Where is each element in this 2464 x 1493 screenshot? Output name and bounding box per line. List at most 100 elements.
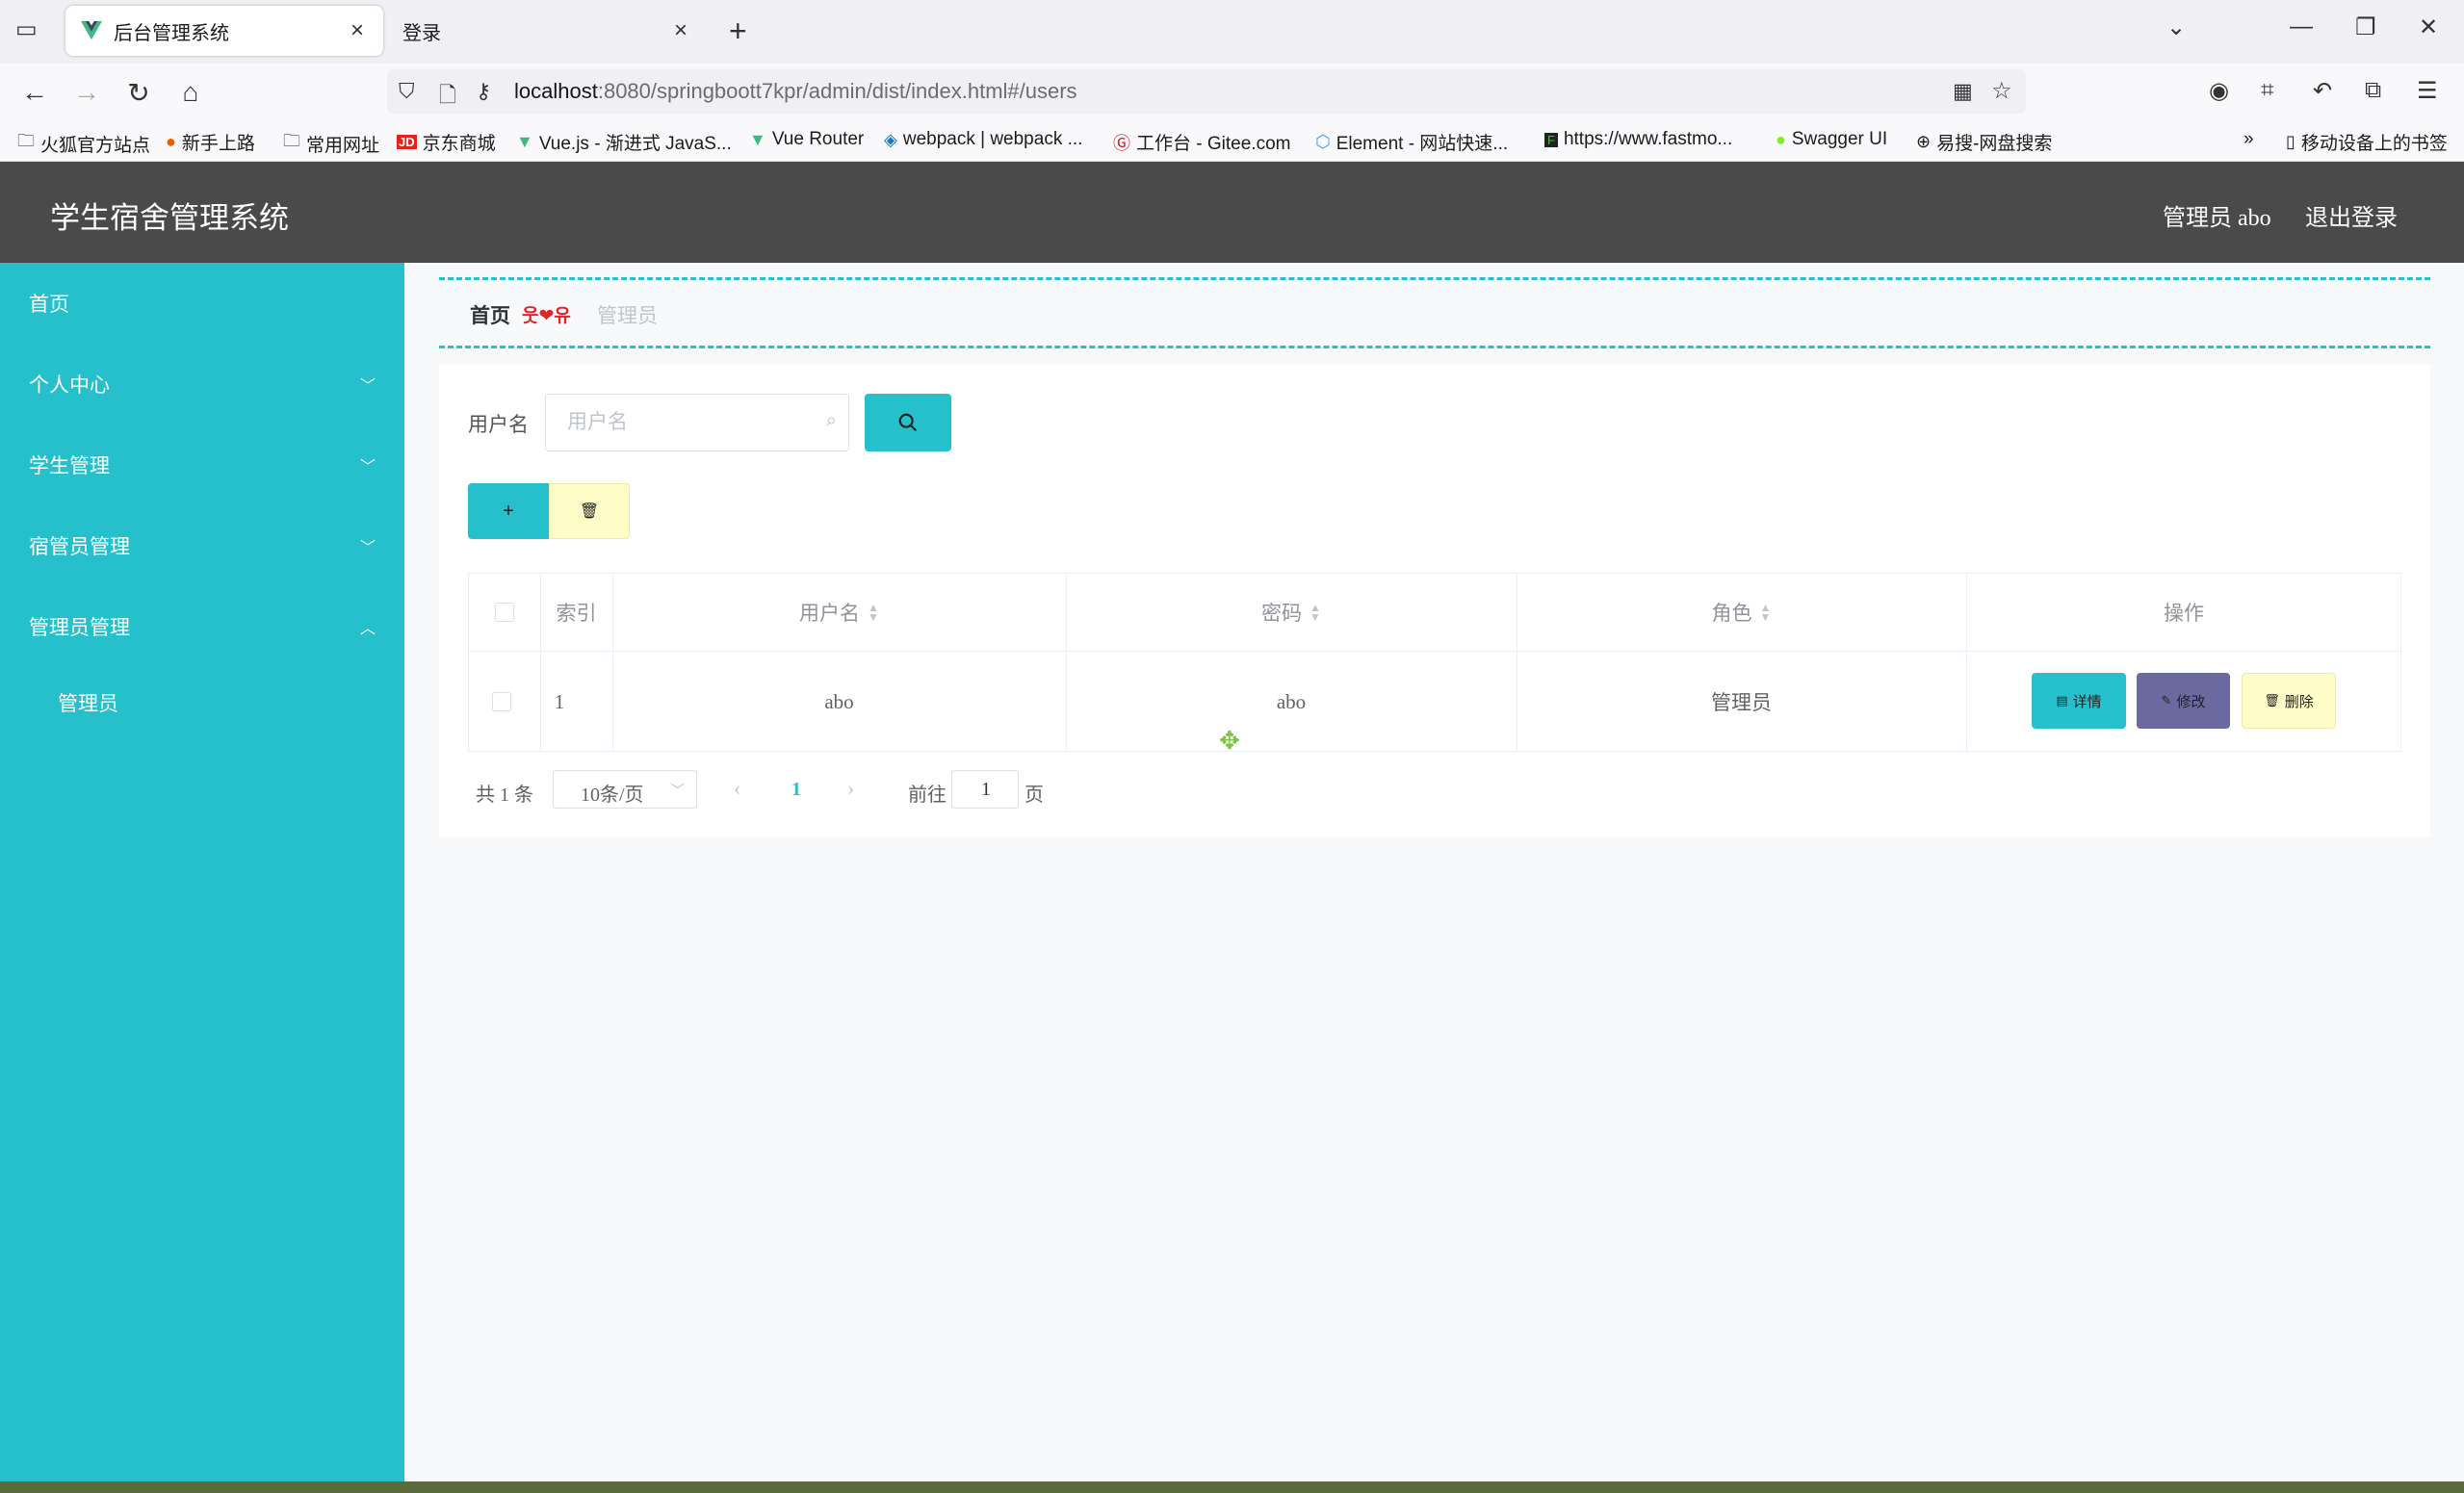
bookmark-item[interactable]: 🗀 火狐官方站点 [17,129,150,158]
reload-icon[interactable]: ↻ [121,77,156,109]
document-icon: ▤ [2056,693,2068,708]
sidebar-item-admins[interactable]: 管理员 [0,662,404,743]
forward-icon[interactable]: → [69,77,104,108]
tab-login[interactable]: 登录 × [389,6,707,56]
column-header-role[interactable]: 角色 ▲ ▼ [1517,573,1966,651]
qr-code-icon[interactable]: ▦ [1953,79,1973,104]
element-icon: ⬡ [1315,132,1331,151]
sidebar-item-profile[interactable]: 个人中心 ﹀ [0,344,404,425]
column-header-label: 角色 [1711,601,1752,625]
bookmark-star-icon[interactable]: ☆ [1991,77,2012,105]
vue-icon [81,20,102,40]
row-checkbox[interactable] [492,692,511,711]
prev-page-icon[interactable]: ‹ [734,776,740,801]
tab-overflow-chevron-icon[interactable]: ⌄ [2166,13,2186,41]
url-host: localhost [514,79,598,103]
add-button[interactable]: + [468,483,549,539]
bookmark-item[interactable]: ◈ webpack | webpack ... [884,129,1082,150]
page-suffix: 页 [1025,785,1044,806]
sidebar-item-home[interactable]: 首页 [0,263,404,344]
bookmark-item[interactable]: 🗀 常用网址 [283,129,379,158]
chevron-down-icon: ﹀ [669,783,685,799]
bookmark-label: Vue Router [771,129,865,149]
crop-icon[interactable]: ⌗ [2261,77,2274,104]
back-icon[interactable]: ← [17,77,52,108]
bookmark-item[interactable]: Fhttps://www.fastmo... [1544,129,1732,150]
plus-icon: + [503,500,514,522]
bulk-delete-button[interactable]: 🗑 [549,483,630,539]
sidebar-item-students[interactable]: 学生管理 ﹀ [0,425,404,505]
column-header-username[interactable]: 用户名 ▲ ▼ [612,573,1066,651]
shield-icon[interactable]: ⛉ [399,79,415,104]
bookmark-item[interactable]: ⊕ 易搜-网盘搜索 [1916,129,2052,155]
maximize-icon[interactable]: ❐ [2355,13,2376,41]
sort-caret-icon[interactable]: ▲ ▼ [868,602,879,623]
sidebar-item-label: 管理员管理 [29,616,130,639]
bookmark-item[interactable]: JD 京东商城 [397,129,496,155]
page-size-select[interactable]: 10条/页 ﹀ [553,770,697,809]
account-icon[interactable]: ◉ [2209,77,2229,105]
column-header-label: 索引 [556,601,597,625]
breadcrumb-home[interactable]: 首页 [470,300,510,329]
detail-button-label: 详情 [2072,693,2102,710]
bookmark-item[interactable]: ⬡ Element - 网站快速... [1315,129,1508,155]
sidebar-item-label: 个人中心 [29,373,110,397]
logout-link[interactable]: 退出登录 [2305,198,2398,232]
cell-index: 1 [554,689,565,713]
next-page-icon[interactable]: › [847,776,854,801]
goto-page-input[interactable]: 1 [951,770,1019,809]
current-page[interactable]: 1 [791,779,801,801]
fastmock-icon: F [1544,132,1558,147]
sidebar-item-label: 宿管员管理 [29,535,130,558]
sidebar-item-label: 管理员 [58,692,118,715]
close-tab-icon[interactable]: × [343,17,372,44]
detail-button[interactable]: ▤ 详情 [2032,673,2126,729]
search-icon [898,413,918,432]
column-header-password[interactable]: 密码 ▲ ▼ [1066,573,1517,651]
window-close-icon[interactable]: ✕ [2419,13,2438,41]
bookmark-item[interactable]: Ⓖ 工作台 - Gitee.com [1113,129,1290,155]
delete-button[interactable]: 🗑 删除 [2242,673,2336,729]
bookmark-item[interactable]: ● 新手上路 [166,129,255,155]
folder-icon: 🗀 [283,131,300,150]
tab-admin[interactable]: 后台管理系统 × [65,6,383,56]
extensions-icon[interactable]: ⧉ [2365,77,2381,104]
search-input[interactable] [567,395,798,449]
search-username-label: 用户名 [468,413,529,436]
bookmark-label: 新手上路 [181,134,255,154]
url-text[interactable]: localhost:8080/springboott7kpr/admin/dis… [514,79,1077,104]
edit-icon: ✎ [2161,693,2172,708]
bookmark-item[interactable]: ▼ Vue Router [749,129,864,150]
firefox-icon: ● [166,132,176,151]
mobile-bookmarks[interactable]: ▯ 移动设备上的书签 [2286,129,2448,155]
bookmarks-overflow-icon[interactable]: » [2244,129,2254,150]
close-tab-icon[interactable]: × [666,17,695,44]
chevron-down-icon: ﹀ [359,459,376,476]
new-tab-icon[interactable]: + [729,13,747,49]
tab-list-icon[interactable]: ▭ [15,15,38,43]
minimize-icon[interactable]: — [2290,13,2313,40]
chevron-down-icon: ﹀ [359,540,376,556]
mobile-icon: ▯ [2286,132,2295,151]
search-input-wrapper: ⌕ [545,394,849,451]
menu-icon[interactable]: ☰ [2417,77,2438,105]
cell-password: abo [1276,689,1307,713]
sidebar-item-admin-management[interactable]: 管理员管理 ︿ [0,586,404,667]
key-icon[interactable]: ⚷ [476,79,491,104]
bookmark-label: Vue.js - 渐进式 JavaS... [538,134,732,154]
bookmark-item[interactable]: ▼ Vue.js - 渐进式 JavaS... [516,129,732,155]
sort-caret-icon[interactable]: ▲ ▼ [1760,602,1772,623]
edit-button[interactable]: ✎ 修改 [2137,673,2230,729]
sidebar-item-dorm-managers[interactable]: 宿管员管理 ﹀ [0,505,404,586]
search-button[interactable] [865,394,951,451]
select-all-checkbox[interactable] [495,603,514,622]
sort-caret-icon[interactable]: ▲ ▼ [1310,602,1321,623]
page-icon: 🗋 [439,83,456,107]
undo-icon[interactable]: ↶ [2313,77,2332,105]
chevron-up-icon: ︿ [359,621,376,637]
bookmark-item[interactable]: ● Swagger UI [1776,129,1887,150]
home-icon[interactable]: ⌂ [173,77,208,108]
bookmark-label: webpack | webpack ... [902,129,1083,149]
chevron-down-icon: ﹀ [359,378,376,395]
search-icon: ⌕ [825,410,837,431]
